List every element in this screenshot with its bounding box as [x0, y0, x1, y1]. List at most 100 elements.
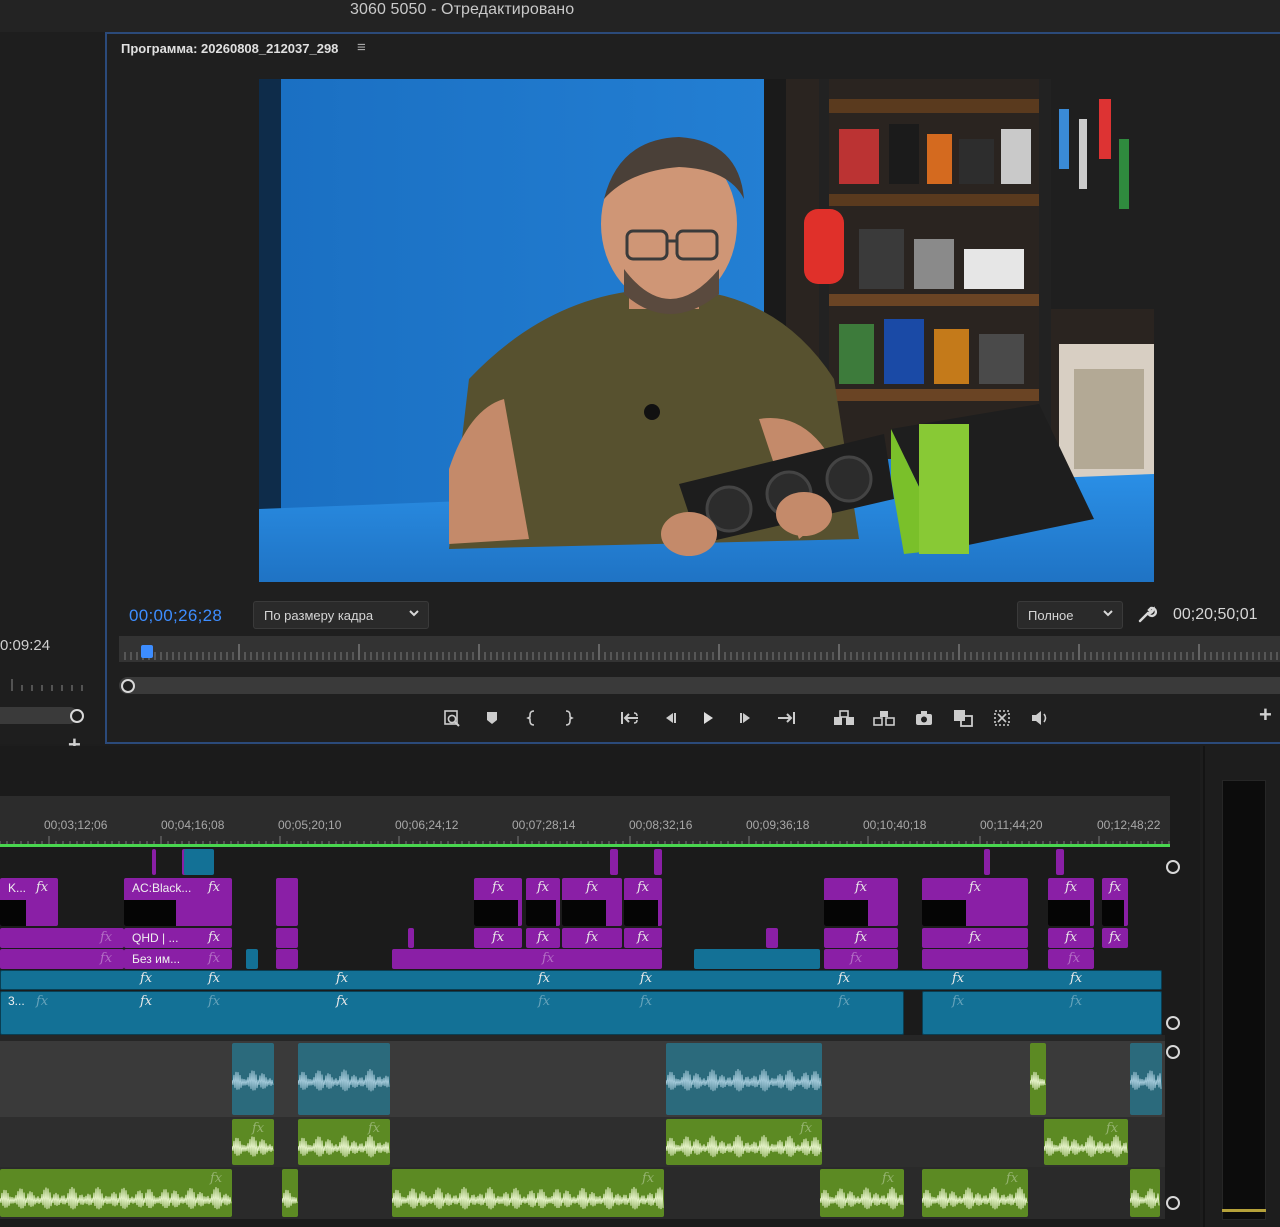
source-zoom-scrollbar[interactable] [0, 707, 78, 724]
source-zoom-handle[interactable] [70, 709, 84, 723]
video-clip[interactable] [408, 928, 414, 948]
program-time-ruler[interactable] [119, 636, 1280, 662]
timeline-marker-clip[interactable] [1056, 849, 1064, 875]
audio-clip[interactable] [666, 1043, 822, 1115]
mark-out-button[interactable] [555, 706, 581, 730]
audio-clip[interactable]: fx [666, 1119, 822, 1165]
audio-clip[interactable]: fx [0, 1169, 232, 1217]
extract-icon [873, 711, 895, 726]
proxy-toggle-button[interactable] [989, 706, 1015, 730]
audio-meter-peak [1222, 1209, 1266, 1212]
program-current-timecode[interactable]: 00;00;26;28 [129, 606, 222, 626]
audio-clip[interactable] [1130, 1169, 1160, 1217]
go-to-out-button[interactable] [773, 706, 799, 730]
timeline-marker-clip[interactable] [984, 849, 990, 875]
video-clip[interactable]: fx [922, 928, 1028, 948]
volume-button[interactable] [1027, 706, 1053, 730]
lift-button[interactable] [831, 706, 857, 730]
step-forward-icon [740, 713, 750, 723]
video-clip[interactable]: fx [1102, 928, 1128, 948]
video-clip[interactable]: fx [0, 949, 124, 969]
timeline-marker-clip[interactable] [610, 849, 618, 875]
timeline-marker-clip[interactable] [184, 849, 214, 875]
program-zoom-handle[interactable] [121, 679, 135, 693]
go-to-in-button[interactable] [617, 706, 643, 730]
video-clip[interactable] [694, 949, 820, 969]
timeline-ruler[interactable]: 00;03;12;06 00;04;16;08 00;05;20;10 00;06;2… [0, 796, 1170, 846]
audio-clip[interactable]: fx [922, 1169, 1028, 1217]
video-clip[interactable]: fx [624, 878, 662, 926]
video-clip[interactable] [0, 970, 1162, 990]
video-clip[interactable]: 3... [0, 991, 904, 1035]
video-clip[interactable] [922, 949, 1028, 969]
video-clip[interactable]: fx [392, 949, 662, 969]
extract-button[interactable] [871, 706, 897, 730]
video-clip[interactable]: fx [526, 878, 560, 926]
zoom-level-dropdown[interactable]: По размеру кадра [253, 601, 429, 629]
audio-clip[interactable]: fx [392, 1169, 664, 1217]
video-clip[interactable]: fx [824, 928, 898, 948]
video-clip[interactable]: fx [824, 949, 898, 969]
video-clip[interactable]: fx [526, 928, 560, 948]
add-marker-button[interactable] [439, 706, 465, 730]
playback-resolution-dropdown[interactable]: Полное [1017, 601, 1123, 629]
video-clip[interactable]: fx [922, 878, 1028, 926]
video-clip[interactable]: fx [562, 878, 622, 926]
video-clip[interactable] [276, 878, 298, 926]
panel-menu-icon[interactable]: ≡ [357, 39, 366, 56]
video-clip[interactable] [276, 949, 298, 969]
audio-clip[interactable] [282, 1169, 298, 1217]
video-clip[interactable] [766, 928, 778, 948]
title-bar: 3060 5050 - Отредактировано [0, 0, 1280, 32]
step-back-button[interactable] [657, 706, 683, 730]
video-clip[interactable]: fx [1048, 949, 1094, 969]
video-tracks-scroll-handle-bottom[interactable] [1166, 1016, 1180, 1030]
video-clip[interactable]: fx [562, 928, 622, 948]
mark-in-button[interactable] [519, 706, 545, 730]
play-button[interactable] [695, 706, 721, 730]
video-clip[interactable]: fx [1048, 928, 1094, 948]
audio-clip[interactable]: fx [820, 1169, 904, 1217]
audio-tracks-scroll-handle-bottom[interactable] [1166, 1196, 1180, 1210]
video-clip[interactable]: fx [1102, 878, 1128, 926]
audio-tracks-scroll-handle-top[interactable] [1166, 1045, 1180, 1059]
source-timecode[interactable]: 0:09:24 [0, 637, 50, 654]
audio-clip[interactable] [232, 1043, 274, 1115]
video-clip[interactable]: fx [474, 928, 522, 948]
fx-badge: fx [1070, 994, 1083, 1009]
clip-thumbnail [824, 900, 868, 926]
video-clip[interactable]: fx [624, 928, 662, 948]
video-clip[interactable]: fx [1048, 878, 1094, 926]
program-playhead[interactable] [141, 645, 153, 658]
video-clip[interactable] [276, 928, 298, 948]
video-clip[interactable]: fx [474, 878, 522, 926]
timeline-marker-clip[interactable] [654, 849, 662, 875]
audio-clip[interactable] [1130, 1043, 1162, 1115]
wrench-icon[interactable] [1137, 604, 1157, 624]
program-add-button[interactable]: + [1259, 702, 1272, 728]
fx-badge: fx [208, 994, 221, 1009]
video-clip[interactable]: fx [824, 878, 898, 926]
marker-button[interactable] [479, 706, 505, 730]
audio-clip[interactable]: fx [298, 1119, 390, 1165]
timeline-marker-clip[interactable] [152, 849, 156, 875]
timeline-timecode-label: 00;06;24;12 [395, 818, 459, 832]
audio-clip[interactable] [298, 1043, 390, 1115]
video-clip[interactable]: AC:Black... fx [124, 878, 232, 926]
program-tab-label[interactable]: Программа: 20260808_212037_298 [121, 41, 338, 56]
video-clip[interactable]: Без им... fx [124, 949, 232, 969]
video-tracks-scroll-handle-top[interactable] [1166, 860, 1180, 874]
audio-clip[interactable] [1030, 1043, 1046, 1115]
video-clip[interactable]: fx [0, 928, 124, 948]
audio-clip[interactable]: fx [232, 1119, 274, 1165]
audio-clip[interactable]: fx [1044, 1119, 1128, 1165]
source-ruler[interactable] [0, 677, 88, 693]
export-frame-button[interactable] [911, 706, 937, 730]
program-zoom-scrollbar[interactable] [119, 677, 1280, 694]
video-clip[interactable]: K... fx [0, 878, 58, 926]
step-forward-button[interactable] [733, 706, 759, 730]
video-clip[interactable]: QHD | ... fx [124, 928, 232, 948]
audio-waveform [282, 1189, 298, 1208]
video-clip[interactable] [246, 949, 258, 969]
comparison-view-button[interactable] [950, 706, 976, 730]
